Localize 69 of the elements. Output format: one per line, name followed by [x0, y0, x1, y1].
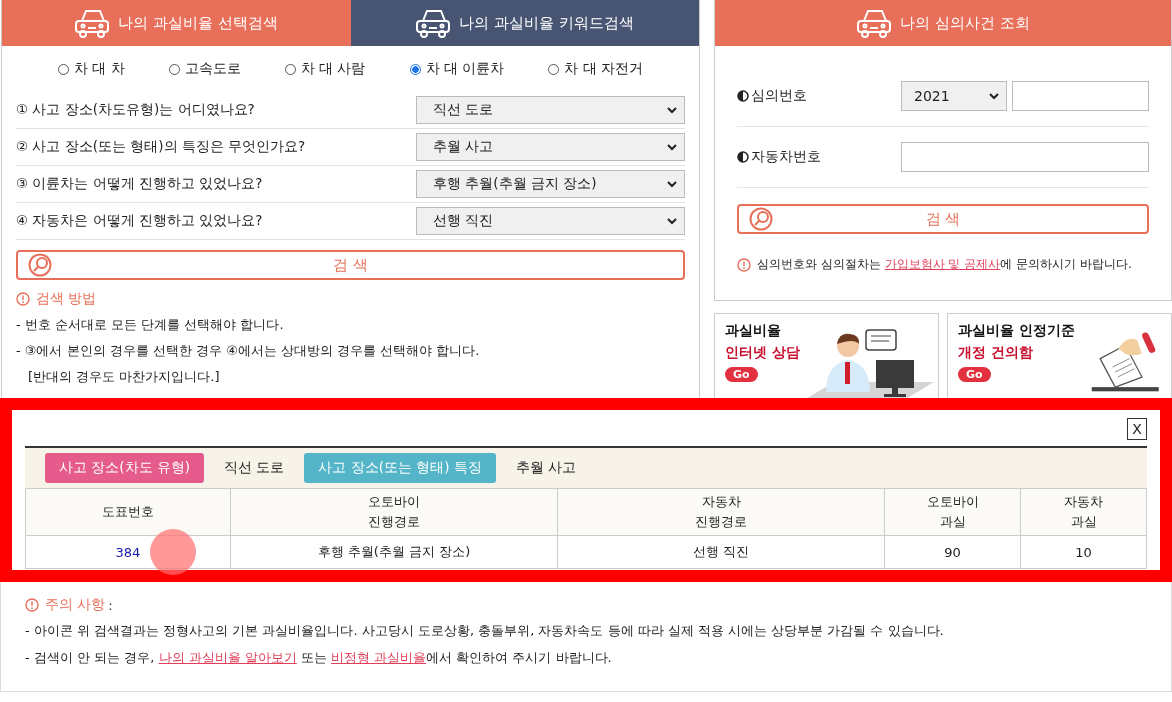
go-button[interactable]: Go [725, 367, 758, 382]
search-icon [749, 207, 773, 231]
chevron-icon [666, 216, 678, 226]
filter-tag: 사고 장소(또는 형태) 특징 [304, 453, 496, 483]
promo-title: 과실비율 인정기준 [958, 322, 1075, 340]
chevron-icon [666, 179, 678, 189]
chart-number-link[interactable]: 384 [115, 544, 141, 560]
input-field[interactable] [901, 142, 1149, 172]
column-header: 도표번호 [25, 488, 231, 536]
car-icon [74, 8, 111, 38]
field-label: 자동차번호 [751, 148, 821, 166]
search-icon [28, 253, 52, 277]
filter-value: 추월 사고 [515, 459, 577, 477]
touch-marker [150, 529, 196, 575]
tab[interactable]: 나의 과실비율 키워드검색 [350, 0, 699, 46]
filter-tag: 사고 장소(차도 유형) [45, 453, 205, 483]
field-label: 심의번호 [751, 87, 807, 105]
car-icon [415, 8, 452, 38]
table-cell: 선행 직진 [557, 535, 885, 569]
question-text: ④ 자동차은 어떻게 진행하고 있었나요? [16, 212, 263, 230]
half-circle-icon [737, 90, 749, 102]
text-link[interactable]: 가입보험사 및 공제사 [884, 257, 1001, 271]
section-title: 검색 방법 [36, 290, 97, 308]
select-field[interactable]: 선행 직진 [416, 207, 685, 235]
question-text: ① 사고 장소(차도유형)는 어디였나요? [16, 101, 255, 119]
promo-subtitle: 개정 건의함 [958, 344, 1034, 362]
help-text: [반대의 경우도 마찬가지입니다.] [27, 368, 221, 386]
question-text: ② 사고 장소(또는 형태)의 특징은 무엇인가요? [16, 138, 306, 156]
select-field[interactable]: 직선 도로 [416, 96, 685, 124]
input-field[interactable] [1012, 81, 1149, 111]
note-text: - 검색이 안 되는 경우, 나의 과실비율 알아보기 또는 비정형 과실비율에서 확인하여 주시기 바랍니다. [25, 649, 613, 667]
warning-icon [16, 292, 30, 306]
radio-option[interactable]: 차 대 사람 [284, 60, 366, 78]
chevron-icon [666, 142, 678, 152]
title-colon: : [108, 597, 113, 613]
chevron-icon [666, 105, 678, 115]
promo-subtitle: 인터넷 상담 [725, 344, 800, 362]
text-link[interactable]: 나의 과실비율 알아보기 [158, 650, 297, 665]
chevron-icon [988, 91, 1000, 101]
table-cell: 90 [884, 535, 1021, 569]
car-icon [856, 8, 893, 38]
table-cell: 10 [1020, 535, 1147, 569]
column-header: 자동차 진행경로 [557, 488, 885, 536]
radio-option[interactable]: 고속도로 [168, 60, 241, 78]
half-circle-icon [737, 151, 749, 163]
radio-option[interactable]: 차 대 자전거 [548, 60, 644, 78]
text-link[interactable]: 비정형 과실비율 [331, 650, 427, 665]
column-header: 자동차 과실 [1020, 488, 1147, 536]
column-header: 오토바이 진행경로 [230, 488, 558, 536]
promo-title: 과실비율 [725, 322, 782, 340]
warning-icon [737, 257, 751, 272]
go-button[interactable]: Go [958, 367, 991, 382]
table-cell: 후행 추월(추월 금지 장소) [230, 535, 558, 569]
close-button[interactable]: X [1127, 418, 1147, 440]
question-text: ③ 이륜차는 어떻게 진행하고 있었나요? [16, 175, 263, 193]
radio-option[interactable]: 차 대 이륜차 [409, 60, 505, 78]
section-title: 주의 사항 [45, 596, 106, 614]
help-text: - 번호 순서대로 모든 단계를 선택해야 합니다. [16, 316, 285, 334]
note-text: - 아이콘 위 검색결과는 정형사고의 기본 과실비율입니다. 사고당시 도로상황, 충돌부위, 자동차속도 등에 따라 실제 적용 시에는 상당부분 가감될 수 있습니다. [25, 622, 945, 640]
select-field[interactable]: 추월 사고 [416, 133, 685, 161]
select-field[interactable]: 후행 추월(추월 금지 장소) [416, 170, 685, 198]
notice-text: 심의번호와 심의절차는 가입보험사 및 공제사에 문의하시기 바랍니다. [757, 256, 1132, 273]
year-select[interactable]: 2021 [901, 81, 1007, 111]
warning-icon [25, 598, 39, 612]
radio-option[interactable]: 차 대 차 [57, 60, 125, 78]
column-header: 오토바이 과실 [884, 488, 1021, 536]
filter-value: 직선 도로 [224, 459, 285, 477]
help-text: - ③에서 본인의 경우를 선택한 경우 ④에서는 상대방의 경우를 선택해야 합니다. [16, 342, 481, 360]
panel-header: 나의 심의사건 조회 [715, 0, 1171, 46]
